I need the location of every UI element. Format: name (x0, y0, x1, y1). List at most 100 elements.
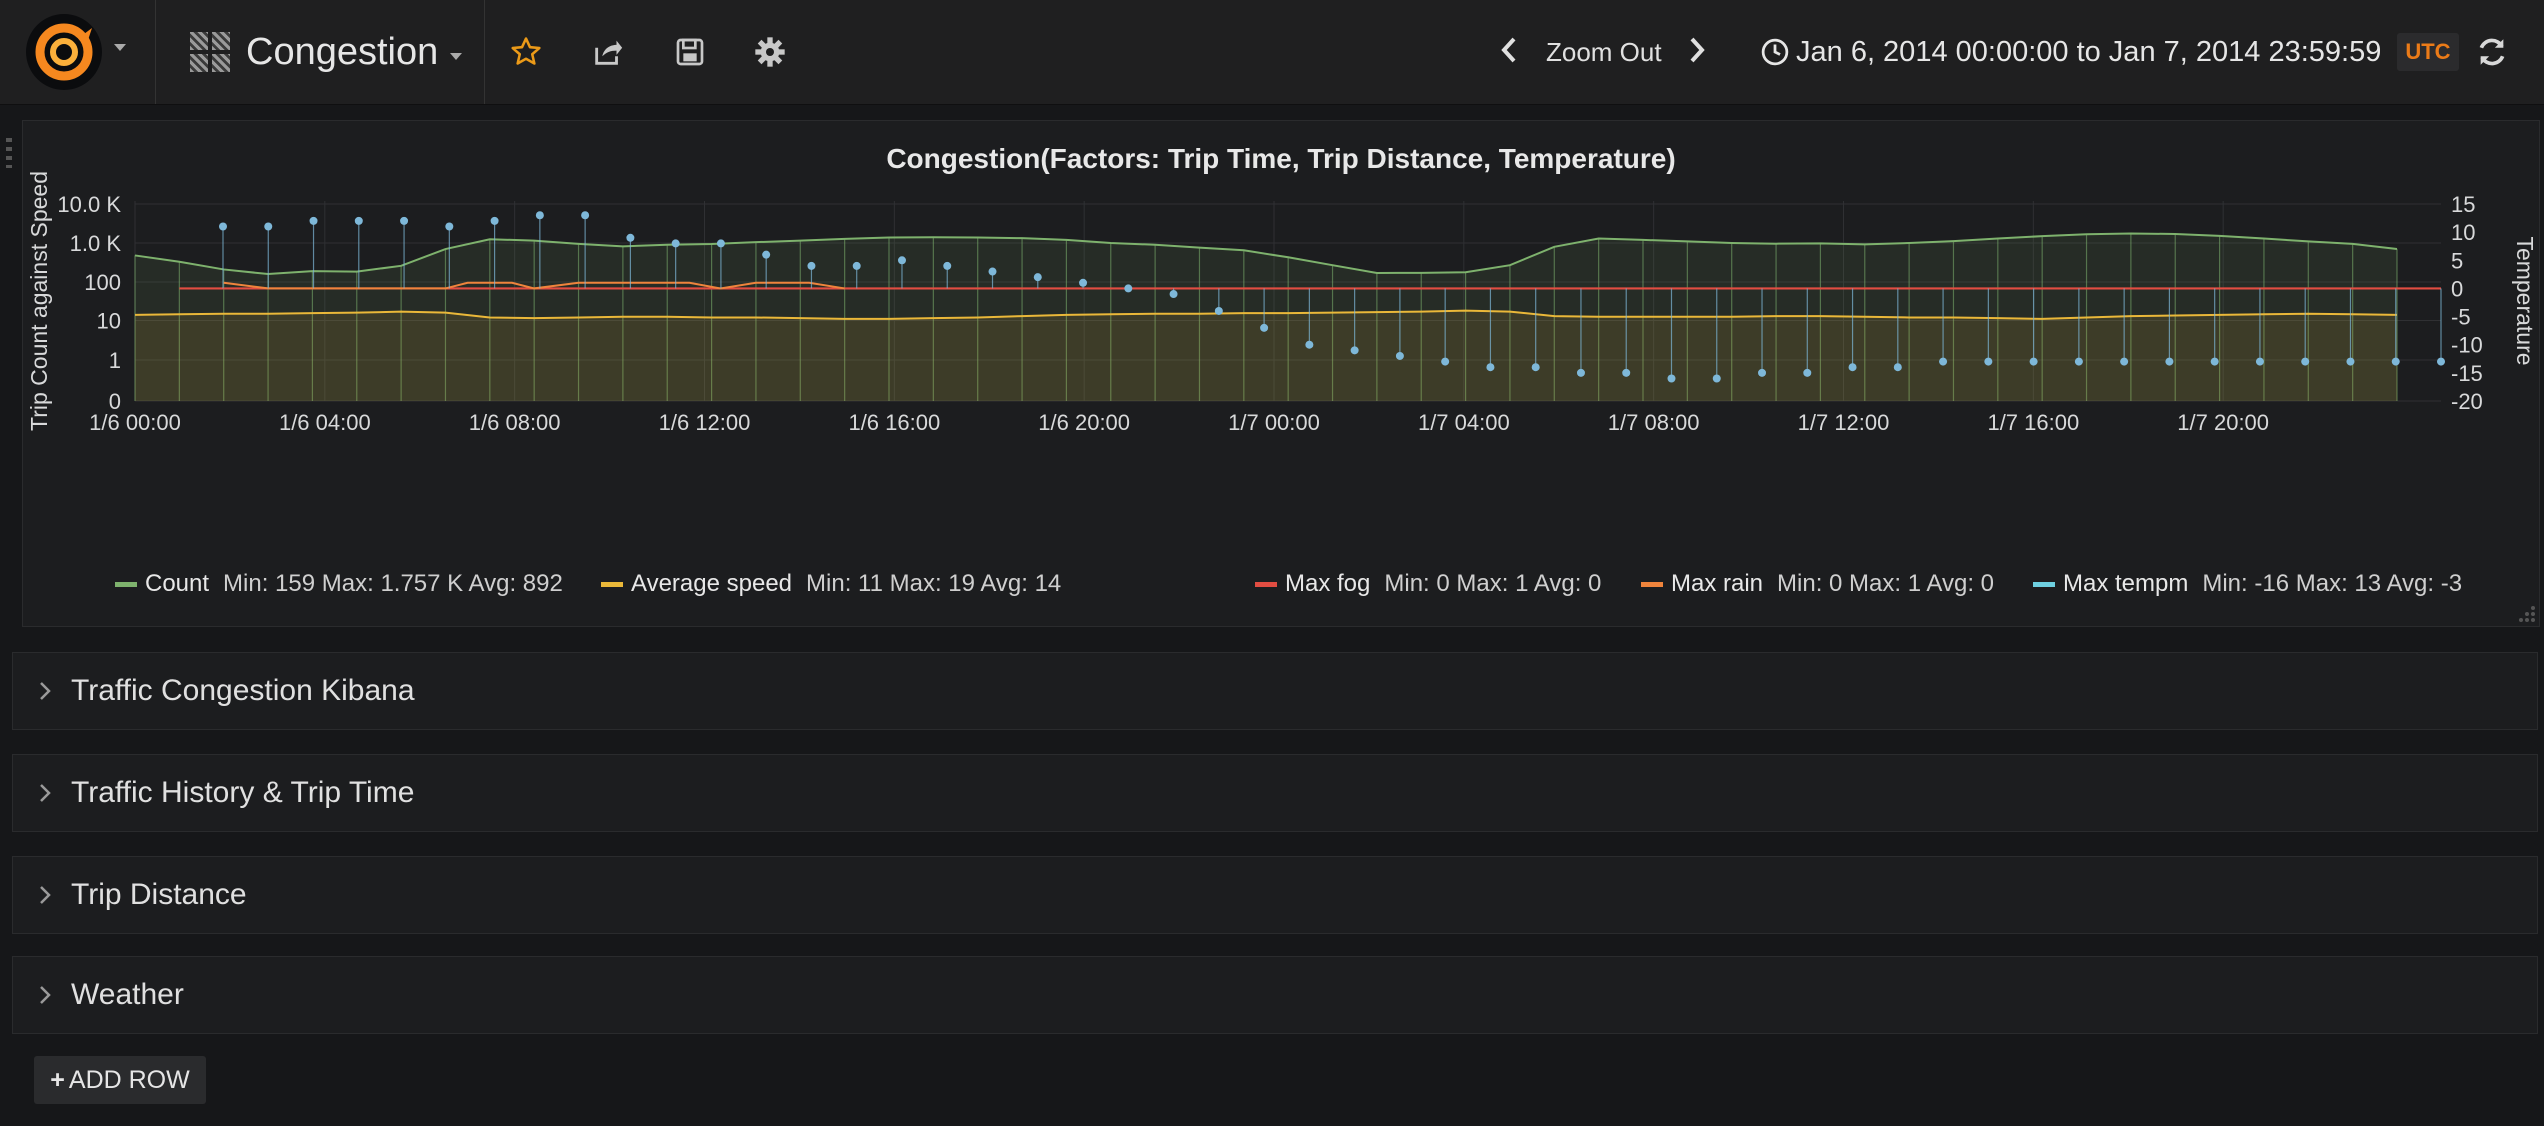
y-tick-label: 10 (97, 309, 121, 334)
y-tick-label: 100 (84, 270, 121, 295)
max-tempm-point (807, 261, 816, 270)
max-tempm-point (2346, 357, 2355, 366)
max-tempm-point (1758, 368, 1767, 377)
max-tempm-point (943, 261, 952, 270)
row-traffic-history-trip-time[interactable]: Traffic History & Trip Time (12, 754, 2538, 832)
time-forward-button[interactable] (1688, 36, 1708, 69)
legend-swatch (115, 581, 137, 587)
max-tempm-point (1848, 363, 1857, 372)
max-tempm-point (490, 216, 499, 225)
legend-series-stats: Min: -16 Max: 13 Avg: -3 (2202, 570, 2463, 597)
max-tempm-point (1033, 273, 1042, 282)
star-button[interactable] (504, 30, 548, 74)
plus-icon: + (50, 1065, 65, 1094)
save-button[interactable] (668, 30, 712, 74)
share-icon (595, 40, 623, 65)
max-tempm-point (1169, 290, 1178, 299)
settings-button[interactable] (748, 30, 792, 74)
legend-series-stats: Min: 11 Max: 19 Avg: 14 (806, 570, 1062, 597)
grafana-logo-icon (26, 14, 102, 90)
max-tempm-point (2210, 357, 2219, 366)
max-tempm-point (897, 256, 906, 265)
max-tempm-point (1441, 357, 1450, 366)
max-tempm-point (716, 239, 725, 248)
legend-item[interactable]: Max fog Min: 0 Max: 1 Avg: 0 (1255, 570, 1601, 598)
plot-area: 01101001.0 K10.0 K 151050-5-10-15-201/6 0… (26, 171, 2538, 435)
x-tick-label: 1/7 16:00 (1987, 410, 2079, 435)
legend-swatch (1641, 581, 1663, 587)
y2-tick-label: 10 (2451, 220, 2475, 245)
row-traffic-congestion-kibana[interactable]: Traffic Congestion Kibana (12, 652, 2538, 730)
max-tempm-point (1079, 278, 1088, 287)
y2-tick-label: -20 (2451, 389, 2483, 414)
max-tempm-point (1214, 306, 1223, 315)
timezone-badge: UTC (2397, 33, 2459, 71)
max-tempm-point (1667, 374, 1676, 383)
time-picker[interactable]: Jan 6, 2014 00:00:00 to Jan 7, 2014 23:5… (1760, 0, 2459, 104)
max-tempm-point (354, 216, 363, 225)
legend-item[interactable]: Max tempm Min: -16 Max: 13 Avg: -3 (2033, 570, 2462, 598)
legend-swatch (2033, 581, 2055, 587)
top-navbar: Congestion Zoom Out Jan 6, 2014 00:00:00… (0, 0, 2544, 105)
max-tempm-point (988, 267, 997, 276)
share-button[interactable] (586, 30, 630, 74)
max-tempm-point (2391, 357, 2400, 366)
legend-series-stats: Min: 0 Max: 1 Avg: 0 (1777, 570, 1995, 597)
save-icon (676, 38, 704, 66)
x-tick-label: 1/6 12:00 (659, 410, 751, 435)
max-tempm-point (2301, 357, 2310, 366)
y-tick-label: 1.0 K (70, 231, 122, 256)
max-tempm-point (445, 222, 454, 231)
max-tempm-point (400, 216, 409, 225)
row-trip-distance[interactable]: Trip Distance (12, 856, 2538, 934)
legend-series-name: Count (145, 570, 210, 597)
row-title: Traffic History & Trip Time (71, 776, 415, 809)
chevron-right-icon (33, 885, 57, 905)
y2-tick-label: 0 (2451, 276, 2463, 301)
speed-area (135, 310, 2397, 401)
chevron-right-icon (33, 783, 57, 803)
legend-series-stats: Min: 159 Max: 1.757 K Avg: 892 (223, 570, 563, 597)
dashboard-picker[interactable]: Congestion (156, 0, 485, 104)
row-title: Trip Distance (71, 878, 247, 911)
row-weather[interactable]: Weather (12, 956, 2538, 1034)
max-tempm-point (581, 211, 590, 220)
zoom-controls: Zoom Out (1500, 0, 1708, 104)
resize-handle-icon[interactable] (2515, 602, 2537, 624)
legend-item[interactable]: Max rain Min: 0 Max: 1 Avg: 0 (1641, 570, 1994, 598)
time-back-button[interactable] (1500, 36, 1520, 69)
x-tick-label: 1/7 00:00 (1228, 410, 1320, 435)
y-tick-label: 1 (109, 348, 121, 373)
y2-tick-label: 15 (2451, 192, 2475, 217)
dashboard-title: Congestion (246, 30, 439, 73)
add-row-label: ADD ROW (68, 1065, 190, 1094)
y2-tick-label: -15 (2451, 361, 2483, 386)
legend-swatch (1255, 581, 1277, 587)
legend-item[interactable]: Average speed Min: 11 Max: 19 Avg: 14 (601, 570, 1061, 598)
y2-tick-label: -5 (2451, 305, 2471, 330)
refresh-button[interactable] (2470, 30, 2514, 74)
legend-series-stats: Min: 0 Max: 1 Avg: 0 (1384, 570, 1602, 597)
add-row-button[interactable]: + ADD ROW (34, 1056, 206, 1104)
grafana-menu-button[interactable] (0, 0, 156, 104)
y-tick-label: 10.0 K (57, 192, 121, 217)
star-icon (511, 37, 541, 65)
max-tempm-point (1486, 363, 1495, 372)
max-tempm-point (2437, 357, 2445, 366)
max-tempm-point (2255, 357, 2264, 366)
chevron-right-icon (1690, 37, 1705, 62)
zoom-out-button[interactable]: Zoom Out (1546, 37, 1662, 68)
x-tick-label: 1/7 08:00 (1608, 410, 1700, 435)
max-tempm-point (671, 239, 680, 248)
congestion-chart: 01101001.0 K10.0 K 151050-5-10-15-201/6 0… (26, 171, 2538, 435)
chevron-down-icon (114, 44, 126, 51)
legend-item[interactable]: Count Min: 159 Max: 1.757 K Avg: 892 (115, 570, 563, 598)
max-tempm-point (626, 233, 635, 242)
row-drag-handle[interactable] (6, 138, 12, 168)
max-tempm-point (1260, 323, 1269, 332)
x-tick-label: 1/7 20:00 (2177, 410, 2269, 435)
y2-axis-label: Temperature (2512, 236, 2538, 365)
chart-legend: Count Min: 159 Max: 1.757 K Avg: 892 Avera… (23, 570, 2539, 600)
legend-series-name: Max tempm (2063, 570, 2189, 597)
x-tick-label: 1/6 04:00 (279, 410, 371, 435)
